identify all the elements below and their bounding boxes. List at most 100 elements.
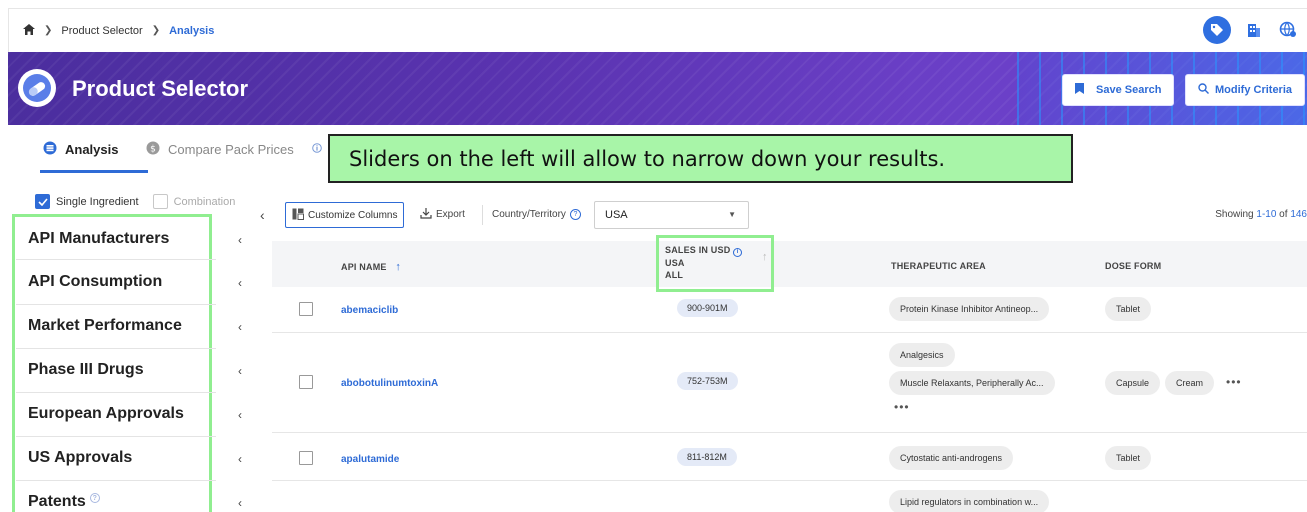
callout-text: Sliders on the left will allow to narrow…	[349, 146, 946, 171]
ingredient-toggle: Single Ingredient Combination	[35, 194, 235, 209]
breadcrumb: ❯ Product Selector ❯ Analysis	[9, 23, 215, 38]
chevron-left-icon[interactable]: ‹	[238, 364, 242, 378]
chevron-right-icon: ❯	[44, 25, 53, 36]
breadcrumb-product-selector[interactable]: Product Selector	[61, 25, 142, 37]
more-icon[interactable]: •••	[1226, 375, 1242, 389]
table-header: API NAME ↑ SALES IN USD i USA ALL ↑ THER…	[272, 241, 1307, 287]
help-icon[interactable]: ?	[569, 209, 581, 220]
chevron-down-icon: ▼	[728, 210, 736, 219]
showing-of: of	[1276, 209, 1291, 220]
combination-checkbox[interactable]	[152, 194, 168, 209]
tab-analysis-label: Analysis	[65, 142, 119, 157]
results-count: Showing 1-10 of 146	[1215, 209, 1307, 220]
showing-total: 146	[1290, 209, 1307, 220]
row-checkbox[interactable]	[299, 375, 313, 389]
save-search-label: Save Search	[1096, 84, 1162, 96]
sales-value: 811-812M	[677, 448, 737, 466]
row-divider	[272, 480, 1307, 481]
api-link[interactable]: abemaciclib	[341, 305, 398, 316]
dose-tag[interactable]: Cream	[1165, 371, 1215, 395]
chevron-left-icon[interactable]: ‹	[238, 496, 242, 510]
dose-tag[interactable]: Tablet	[1105, 446, 1152, 470]
api-link[interactable]: abobotulinumtoxinA	[341, 378, 438, 389]
more-icon[interactable]: •••	[894, 400, 910, 414]
filter-sidebar: Single Ingredient Combination API Manufa…	[8, 175, 265, 512]
therapeutic-tag[interactable]: Cytostatic anti-androgens	[889, 446, 1014, 470]
tab-analysis[interactable]: Analysis	[43, 141, 118, 158]
chevron-left-icon[interactable]: ‹	[238, 408, 242, 422]
svg-text:$: $	[150, 145, 156, 155]
top-bar: ❯ Product Selector ❯ Analysis	[8, 8, 1307, 52]
row-checkbox[interactable]	[299, 451, 313, 465]
sales-value: 752-753M	[677, 372, 738, 390]
chevron-left-icon[interactable]: ‹	[238, 452, 242, 466]
home-icon[interactable]	[23, 23, 35, 38]
row-divider	[272, 432, 1307, 433]
tab-third[interactable]	[312, 141, 322, 156]
filter-us-approvals[interactable]: US Approvals	[28, 449, 132, 467]
collapse-sidebar-icon[interactable]: ‹	[260, 207, 265, 223]
app-logo-icon	[18, 69, 56, 107]
filter-api-consumption[interactable]: API Consumption	[28, 273, 162, 291]
country-label: Country/Territory ?	[492, 209, 581, 220]
showing-prefix: Showing	[1215, 209, 1257, 220]
modify-criteria-button[interactable]: Modify Criteria	[1185, 74, 1306, 106]
divider	[16, 436, 216, 437]
api-name-header-label: API NAME	[341, 262, 387, 272]
single-ingredient-checkbox[interactable]	[35, 194, 50, 209]
showing-range: 1-10	[1256, 209, 1277, 220]
api-link[interactable]: apalutamide	[341, 454, 399, 465]
chevron-left-icon[interactable]: ‹	[238, 320, 242, 334]
column-header-api-name[interactable]: API NAME ↑	[341, 261, 401, 273]
filter-patents[interactable]: Patents ?	[28, 493, 100, 511]
therapeutic-tag[interactable]: Analgesics	[889, 343, 955, 367]
header-banner: Product Selector Save Search Modify Crit…	[8, 52, 1307, 125]
divider	[16, 392, 216, 393]
database-icon	[43, 141, 57, 158]
tab-compare-label: Compare Pack Prices	[168, 142, 294, 157]
globe-user-icon[interactable]	[1277, 19, 1299, 41]
building-icon[interactable]	[1243, 19, 1265, 41]
sales-value: 900-901M	[677, 299, 738, 317]
filter-patents-label: Patents	[28, 493, 86, 510]
sort-arrow-up-icon[interactable]: ↑	[395, 261, 401, 273]
column-header-therapeutic-area[interactable]: THERAPEUTIC AREA	[891, 261, 986, 271]
combination-label: Combination	[173, 195, 236, 208]
divider	[482, 205, 483, 225]
therapeutic-tag[interactable]: Lipid regulators in combination w...	[889, 490, 1050, 512]
country-select[interactable]: USA ▼	[594, 201, 749, 229]
export-button[interactable]: Export	[420, 207, 465, 222]
column-header-dose-form[interactable]: DOSE FORM	[1105, 261, 1161, 271]
divider	[16, 348, 216, 349]
therapeutic-tag[interactable]: Protein Kinase Inhibitor Antineop...	[889, 297, 1050, 321]
row-divider	[272, 332, 1307, 333]
bookmark-icon	[1075, 83, 1084, 97]
filter-phase-iii-drugs[interactable]: Phase III Drugs	[28, 361, 144, 379]
sales-column-highlight	[656, 235, 774, 292]
dose-tag[interactable]: Tablet	[1105, 297, 1152, 321]
modify-criteria-label: Modify Criteria	[1215, 84, 1293, 96]
country-select-value: USA	[605, 209, 628, 221]
help-icon[interactable]: ?	[89, 493, 100, 503]
chevron-left-icon[interactable]: ‹	[238, 233, 242, 247]
info-icon	[312, 141, 322, 156]
columns-icon	[292, 208, 304, 223]
tag-icon[interactable]	[1203, 16, 1231, 44]
page-title: Product Selector	[72, 76, 249, 101]
single-ingredient-label: Single Ingredient	[56, 195, 139, 208]
filter-european-approvals[interactable]: European Approvals	[28, 405, 184, 423]
tab-compare-pack-prices[interactable]: $ Compare Pack Prices	[146, 141, 294, 158]
filter-market-performance[interactable]: Market Performance	[28, 317, 182, 335]
save-search-button[interactable]: Save Search	[1062, 74, 1175, 106]
breadcrumb-analysis: Analysis	[169, 24, 215, 37]
row-checkbox[interactable]	[299, 302, 313, 316]
customize-columns-button[interactable]: Customize Columns	[285, 202, 405, 228]
dose-tag[interactable]: Capsule	[1105, 371, 1161, 395]
filter-api-manufacturers[interactable]: API Manufacturers	[28, 230, 169, 248]
active-tab-indicator	[40, 170, 148, 173]
divider	[16, 259, 216, 260]
chevron-left-icon[interactable]: ‹	[238, 276, 242, 290]
chevron-right-icon: ❯	[151, 25, 161, 36]
download-icon	[420, 207, 432, 222]
therapeutic-tag[interactable]: Muscle Relaxants, Peripherally Ac...	[889, 371, 1055, 395]
